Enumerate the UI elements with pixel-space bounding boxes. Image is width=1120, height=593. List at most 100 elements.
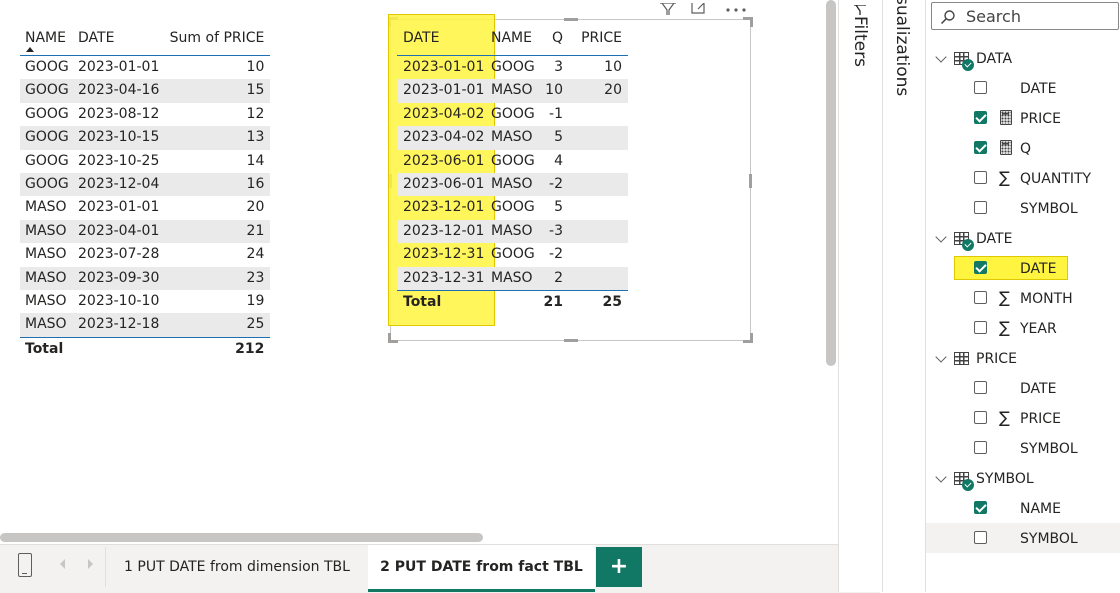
checkbox[interactable] bbox=[974, 501, 987, 514]
table-row[interactable]: MASO 2023-12-18 25 bbox=[20, 313, 271, 338]
field-year[interactable]: ∑ YEAR bbox=[926, 313, 1120, 343]
chevron-down-icon[interactable] bbox=[935, 231, 947, 243]
table-row[interactable]: 2023-01-01 GOOG 3 10 bbox=[397, 56, 628, 80]
table-row[interactable]: GOOG 2023-04-16 15 bbox=[20, 79, 271, 103]
visualizations-pane[interactable]: Visualizations bbox=[882, 0, 925, 592]
checkbox[interactable] bbox=[974, 381, 987, 394]
chevron-down-icon[interactable] bbox=[935, 51, 947, 63]
name-cell: MASO bbox=[20, 219, 73, 244]
checkbox[interactable] bbox=[974, 291, 987, 304]
checkbox[interactable] bbox=[974, 141, 987, 154]
add-page-button[interactable]: + bbox=[596, 547, 642, 587]
table-row[interactable]: 2023-12-01 MASO -3 bbox=[397, 219, 628, 244]
table-visual-1[interactable]: NAME DATE Sum of PRICE GOOG 2023-01-01 10 G… bbox=[20, 27, 271, 362]
field-quantity[interactable]: ∑ QUANTITY bbox=[926, 163, 1120, 193]
field-date[interactable]: DATE bbox=[926, 373, 1120, 403]
date-cell: 2023-01-01 bbox=[397, 79, 487, 103]
field-symbol[interactable]: SYMBOL bbox=[926, 523, 1120, 553]
checkbox[interactable] bbox=[974, 411, 987, 424]
table-row[interactable]: MASO 2023-07-28 24 bbox=[20, 243, 270, 266]
column-header-date[interactable]: DATE bbox=[397, 27, 487, 56]
field-date[interactable]: DATE bbox=[926, 253, 1120, 283]
price-cell bbox=[569, 173, 628, 197]
search-box[interactable]: Search bbox=[931, 2, 1119, 30]
mobile-layout-icon[interactable] bbox=[18, 553, 32, 577]
more-options-icon[interactable] bbox=[724, 0, 748, 12]
resize-handle-bottom[interactable] bbox=[564, 339, 578, 342]
table-row[interactable]: GOOG 2023-10-25 14 bbox=[20, 150, 270, 173]
field-symbol[interactable]: SYMBOL bbox=[926, 193, 1120, 223]
chevron-down-icon[interactable] bbox=[935, 471, 947, 483]
column-header-date[interactable]: DATE bbox=[73, 27, 159, 56]
table-row[interactable]: MASO 2023-10-10 19 bbox=[20, 290, 270, 313]
table-row[interactable]: 2023-04-02 GOOG -1 bbox=[397, 103, 628, 126]
next-page-icon[interactable] bbox=[88, 559, 93, 569]
table-row[interactable]: GOOG 2023-10-15 13 bbox=[20, 126, 271, 150]
table-row[interactable]: 2023-06-01 MASO -2 bbox=[397, 173, 628, 197]
field-table-price[interactable]: PRICE bbox=[926, 343, 1120, 373]
column-header-price[interactable]: PRICE bbox=[569, 27, 628, 56]
field-name: PRICE bbox=[1020, 111, 1061, 127]
table-row[interactable]: 2023-12-31 MASO 2 bbox=[397, 266, 628, 291]
table-row[interactable]: 2023-04-02 MASO 5 bbox=[397, 126, 628, 150]
field-name[interactable]: NAME bbox=[926, 493, 1120, 523]
table-row[interactable]: 2023-01-01 MASO 10 20 bbox=[397, 79, 628, 103]
table-row[interactable]: 2023-12-01 GOOG 5 bbox=[397, 196, 628, 219]
checkbox[interactable] bbox=[974, 531, 987, 544]
price-cell bbox=[569, 103, 628, 126]
checkbox[interactable] bbox=[974, 201, 987, 214]
field-price[interactable]: ∑ PRICE bbox=[926, 403, 1120, 433]
field-price[interactable]: PRICE bbox=[926, 103, 1120, 133]
resize-handle-bottom-right-v[interactable] bbox=[750, 333, 753, 343]
checkbox[interactable] bbox=[974, 81, 987, 94]
resize-handle-top-right-v[interactable] bbox=[750, 17, 753, 27]
checkbox[interactable] bbox=[974, 111, 987, 124]
resize-handle-right[interactable] bbox=[749, 174, 752, 188]
name-cell: MASO bbox=[487, 126, 536, 150]
price-cell bbox=[569, 219, 628, 244]
canvas-vertical-scrollbar[interactable] bbox=[826, 0, 836, 366]
field-symbol[interactable]: SYMBOL bbox=[926, 433, 1120, 463]
checkbox[interactable] bbox=[974, 441, 987, 454]
q-cell: 10 bbox=[536, 79, 569, 103]
table-row[interactable]: 2023-12-31 GOOG -2 bbox=[397, 243, 628, 266]
search-input[interactable]: Search bbox=[966, 7, 1021, 26]
field-month[interactable]: ∑ MONTH bbox=[926, 283, 1120, 313]
field-table-symbol[interactable]: SYMBOL bbox=[926, 463, 1120, 493]
date-cell: 2023-12-18 bbox=[73, 313, 160, 338]
checkbox[interactable] bbox=[974, 171, 987, 184]
resize-handle-bottom-left-v[interactable] bbox=[388, 333, 391, 343]
chevron-down-icon[interactable] bbox=[935, 351, 947, 363]
checkbox[interactable] bbox=[974, 261, 987, 274]
tab-page-1[interactable]: 1 PUT DATE from dimension TBL bbox=[106, 545, 368, 589]
table-row[interactable]: MASO 2023-04-01 21 bbox=[20, 219, 271, 244]
table-row[interactable]: MASO 2023-01-01 20 bbox=[20, 196, 270, 219]
q-cell: 5 bbox=[536, 126, 569, 150]
column-header-name[interactable]: NAME bbox=[487, 27, 536, 56]
field-date[interactable]: DATE bbox=[926, 73, 1120, 103]
previous-page-icon[interactable] bbox=[60, 559, 65, 569]
tab-page-2[interactable]: 2 PUT DATE from fact TBL bbox=[368, 545, 595, 592]
column-header-q[interactable]: Q bbox=[536, 27, 569, 56]
table-row[interactable]: GOOG 2023-08-12 12 bbox=[20, 103, 270, 126]
table-row[interactable]: GOOG 2023-12-04 16 bbox=[20, 173, 271, 197]
canvas-horizontal-scrollbar[interactable] bbox=[0, 533, 483, 542]
table-visual-2[interactable]: DATE NAME Q PRICE 2023-01-01 GOOG 3 10 2023-… bbox=[397, 27, 628, 315]
focus-mode-icon[interactable] bbox=[690, 0, 710, 14]
field-table-date[interactable]: DATE bbox=[926, 223, 1120, 253]
date-cell: 2023-09-30 bbox=[73, 266, 160, 291]
field-table-data[interactable]: DATA bbox=[926, 43, 1120, 73]
field-name: Q bbox=[1020, 141, 1032, 157]
field-q[interactable]: Q bbox=[926, 133, 1120, 163]
total-value: 212 bbox=[159, 336, 271, 362]
table-row[interactable]: GOOG 2023-01-01 10 bbox=[20, 56, 270, 80]
resize-handle-top[interactable] bbox=[564, 18, 578, 21]
column-header-sum-of-price[interactable]: Sum of PRICE bbox=[159, 27, 270, 56]
checkbox[interactable] bbox=[974, 321, 987, 334]
table-row[interactable]: 2023-06-01 GOOG 4 bbox=[397, 150, 628, 173]
filter-icon[interactable] bbox=[658, 0, 678, 15]
column-header-name[interactable]: NAME bbox=[20, 27, 73, 56]
price-cell: 14 bbox=[246, 152, 265, 169]
table-row[interactable]: MASO 2023-09-30 23 bbox=[20, 266, 271, 291]
filters-pane[interactable]: Filters bbox=[838, 0, 883, 592]
